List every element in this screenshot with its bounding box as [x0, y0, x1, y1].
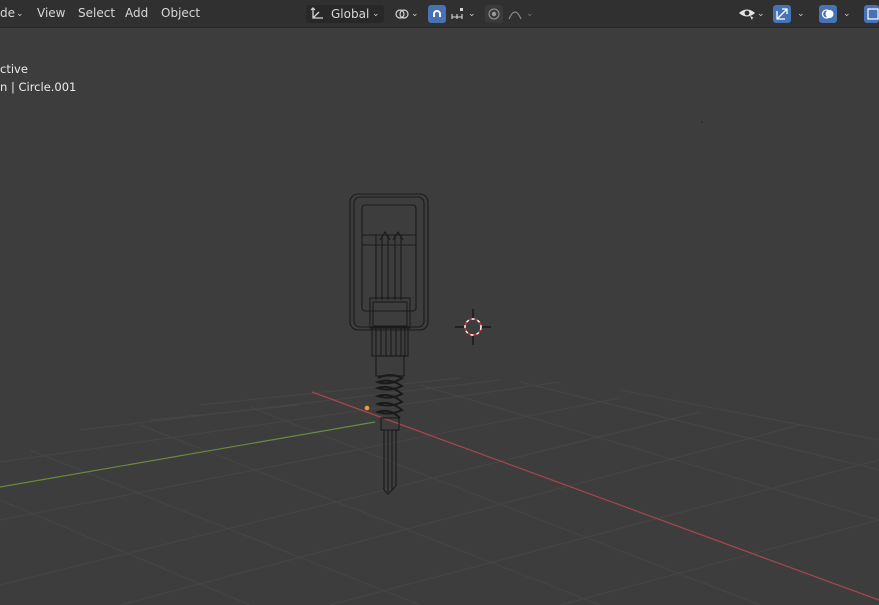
snap-toggle[interactable]	[428, 5, 446, 23]
3d-viewport[interactable]	[0, 28, 879, 605]
chevron-down-icon: ⌄	[372, 9, 380, 19]
overlays-toggle[interactable]	[819, 5, 837, 23]
snap-target-dropdown[interactable]: ⌄	[448, 5, 478, 23]
transform-orientation-icon	[310, 7, 323, 19]
gizmo-toggle-icon	[776, 8, 788, 20]
xray-toggle-partial[interactable]	[864, 5, 879, 23]
object-origin-dot	[364, 405, 370, 411]
snap-magnet-icon	[433, 10, 441, 17]
falloff-curve-icon	[508, 11, 522, 20]
transform-orientation-dropdown[interactable]: Global ⌄	[306, 5, 384, 23]
viewport-header: de ⌄ View Select Add Object Global ⌄ ⌄ ⌄	[0, 0, 879, 28]
chevron-down-icon: ⌄	[468, 9, 476, 19]
menu-add[interactable]: Add	[125, 0, 148, 27]
floor-grid	[0, 377, 879, 605]
mode-selector-partial[interactable]: de	[0, 0, 15, 27]
menu-object[interactable]: Object	[161, 0, 200, 27]
gizmo-toggle[interactable]	[773, 5, 791, 23]
mode-dropdown-chevron-icon[interactable]: ⌄	[16, 5, 24, 23]
overlays-dropdown-chevron-icon[interactable]: ⌄	[843, 5, 851, 23]
chevron-down-icon: ⌄	[411, 9, 419, 19]
proportional-edit-toggle[interactable]	[485, 5, 503, 23]
chevron-down-icon: ⌄	[757, 9, 765, 19]
3d-cursor-icon[interactable]	[455, 309, 491, 345]
menu-select[interactable]: Select	[78, 0, 115, 27]
xray-icon	[867, 8, 879, 20]
proportional-edit-icon	[488, 8, 500, 20]
visibility-eye-icon	[739, 9, 755, 20]
pivot-point-icon	[395, 9, 409, 19]
transform-orientation-label: Global	[331, 7, 370, 21]
speck	[701, 121, 703, 123]
snap-increment-icon	[451, 8, 463, 19]
overlays-toggle-icon	[821, 9, 834, 19]
selectability-visibility-dropdown[interactable]: ⌄	[737, 5, 767, 23]
menu-view[interactable]: View	[37, 0, 65, 27]
pivot-point-dropdown[interactable]: ⌄	[391, 5, 421, 23]
gizmo-dropdown-chevron-icon[interactable]: ⌄	[797, 5, 805, 23]
falloff-dropdown[interactable]: ⌄	[505, 5, 535, 23]
y-axis-line	[0, 421, 376, 488]
chevron-down-icon: ⌄	[526, 9, 534, 19]
